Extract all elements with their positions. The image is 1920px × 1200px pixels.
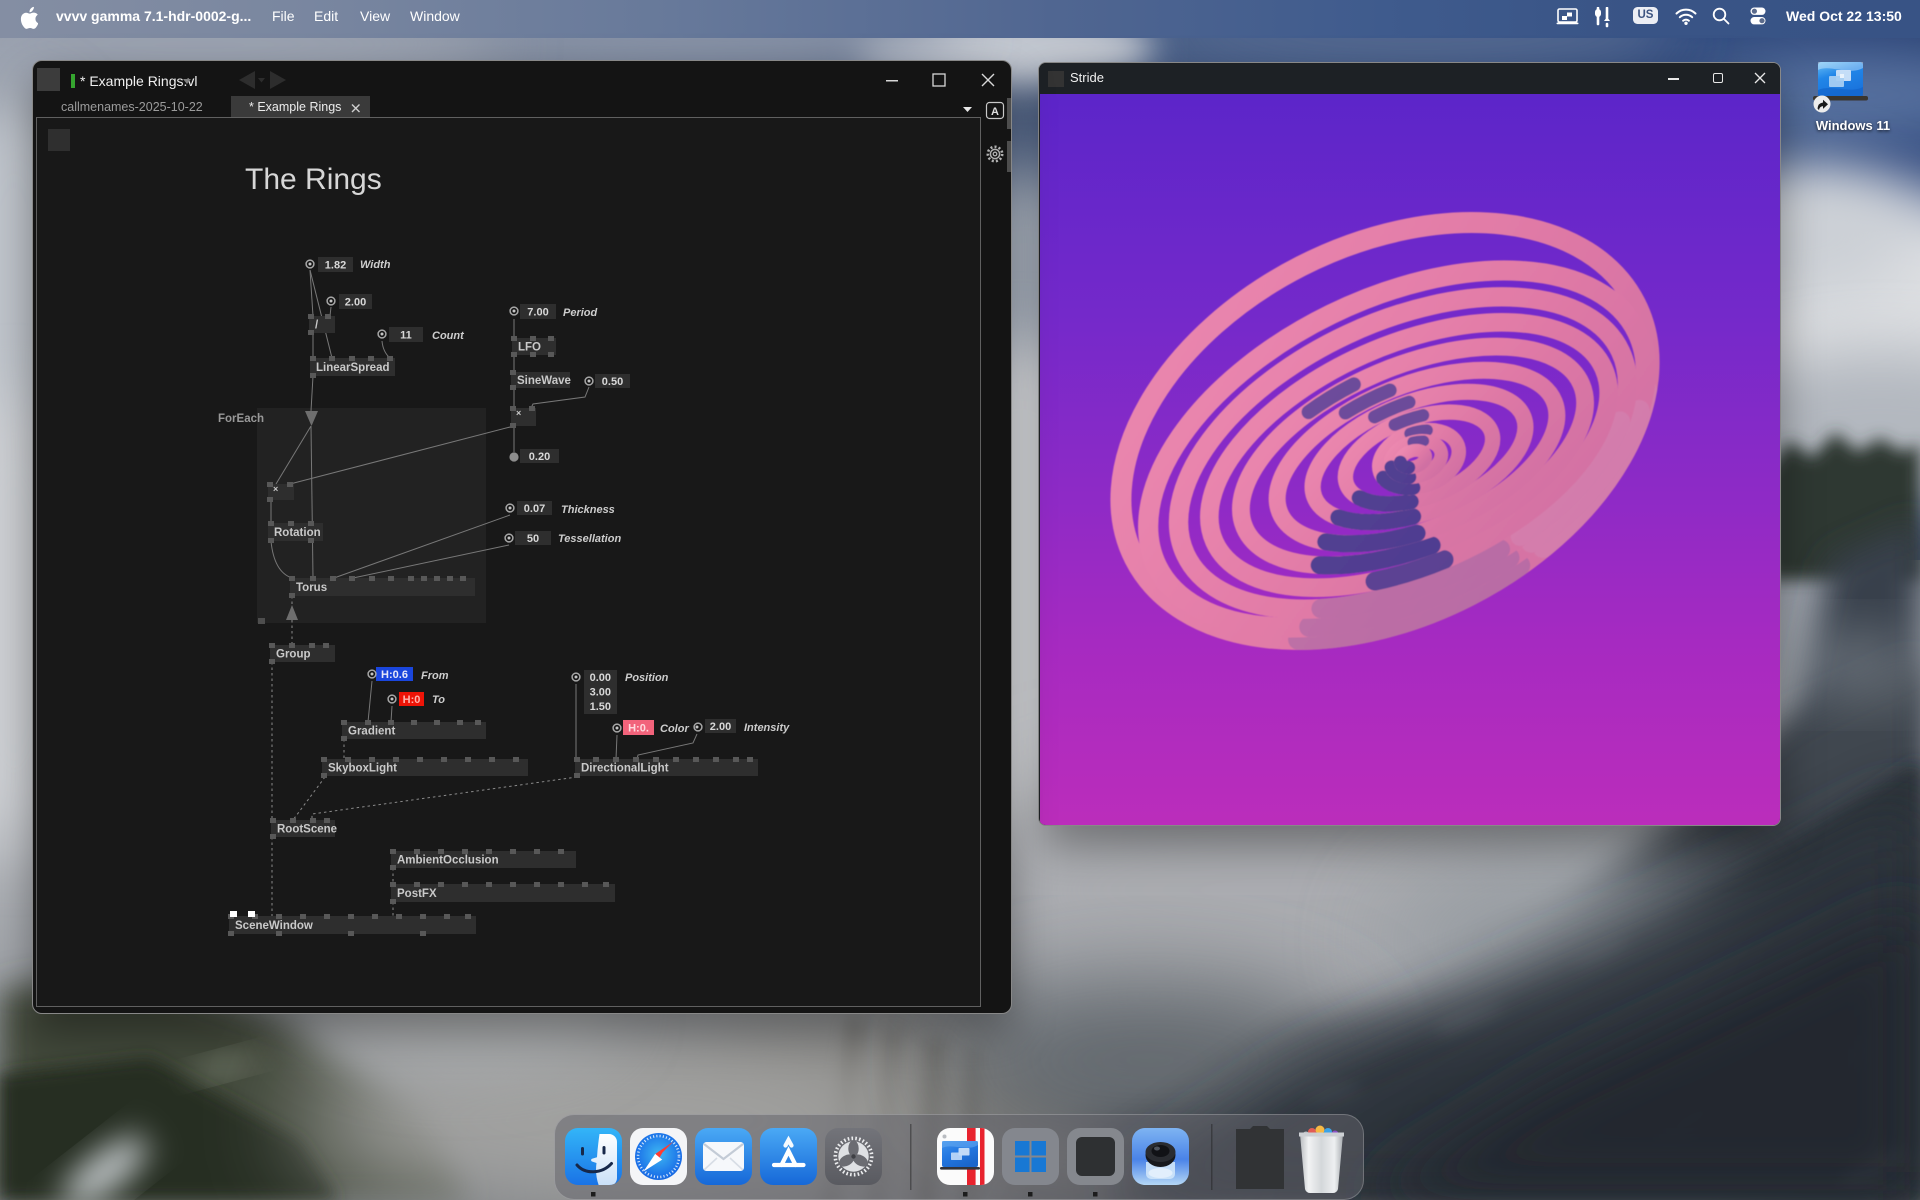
svg-text:Tessellation: Tessellation	[558, 533, 621, 545]
svg-text:1.50: 1.50	[590, 701, 611, 713]
svg-text:Width: Width	[360, 259, 391, 271]
svg-text:SceneWindow: SceneWindow	[235, 920, 313, 932]
svg-text:Color: Color	[660, 723, 689, 735]
svg-text:0.50: 0.50	[602, 376, 623, 388]
svg-text:Gradient: Gradient	[348, 726, 395, 738]
svg-text:ForEach: ForEach	[218, 413, 264, 425]
svg-text:3.00: 3.00	[590, 687, 611, 699]
svg-text:A: A	[991, 106, 999, 118]
svg-text:To: To	[432, 694, 445, 706]
svg-text:11: 11	[400, 330, 412, 342]
svg-text:×: ×	[516, 408, 521, 418]
svg-text:7.00: 7.00	[527, 307, 548, 319]
svg-text:LFO: LFO	[518, 342, 541, 354]
svg-text:Period: Period	[563, 307, 598, 319]
svg-text:0.00: 0.00	[590, 672, 611, 684]
svg-text:Thickness: Thickness	[561, 504, 615, 516]
svg-text:H:0.: H:0.	[628, 723, 649, 735]
svg-text:* Example Rings.vl: * Example Rings.vl	[80, 73, 198, 89]
svg-text:2.00: 2.00	[710, 721, 731, 733]
svg-text:Position: Position	[625, 672, 669, 684]
svg-text:PostFX: PostFX	[397, 888, 437, 900]
svg-text:SkyboxLight: SkyboxLight	[328, 763, 397, 775]
svg-text:Intensity: Intensity	[744, 722, 790, 734]
svg-text:callmenames-2025-10-22: callmenames-2025-10-22	[61, 100, 203, 114]
svg-text:DirectionalLight: DirectionalLight	[581, 763, 669, 775]
svg-text:0.07: 0.07	[524, 503, 545, 515]
svg-text:RootScene: RootScene	[277, 824, 337, 836]
svg-text:H:0.6: H:0.6	[381, 669, 408, 681]
svg-text:AmbientOcclusion: AmbientOcclusion	[397, 855, 499, 867]
svg-text:1.82: 1.82	[325, 260, 346, 272]
svg-text:2.00: 2.00	[345, 297, 366, 309]
svg-text:Torus: Torus	[296, 582, 327, 594]
svg-text:From: From	[421, 670, 449, 682]
svg-text:×: ×	[273, 484, 278, 494]
svg-text:Count: Count	[432, 330, 465, 342]
svg-text:The Rings: The Rings	[245, 163, 382, 196]
svg-text:Group: Group	[276, 649, 311, 661]
svg-text:H:0: H:0	[403, 694, 421, 706]
svg-text:LinearSpread: LinearSpread	[316, 362, 390, 374]
svg-text:* Example Rings: * Example Rings	[249, 100, 341, 114]
svg-text:Rotation: Rotation	[274, 527, 321, 539]
svg-text:SineWave: SineWave	[517, 375, 571, 387]
svg-text:50: 50	[527, 533, 539, 545]
svg-text:0.20: 0.20	[529, 451, 550, 463]
